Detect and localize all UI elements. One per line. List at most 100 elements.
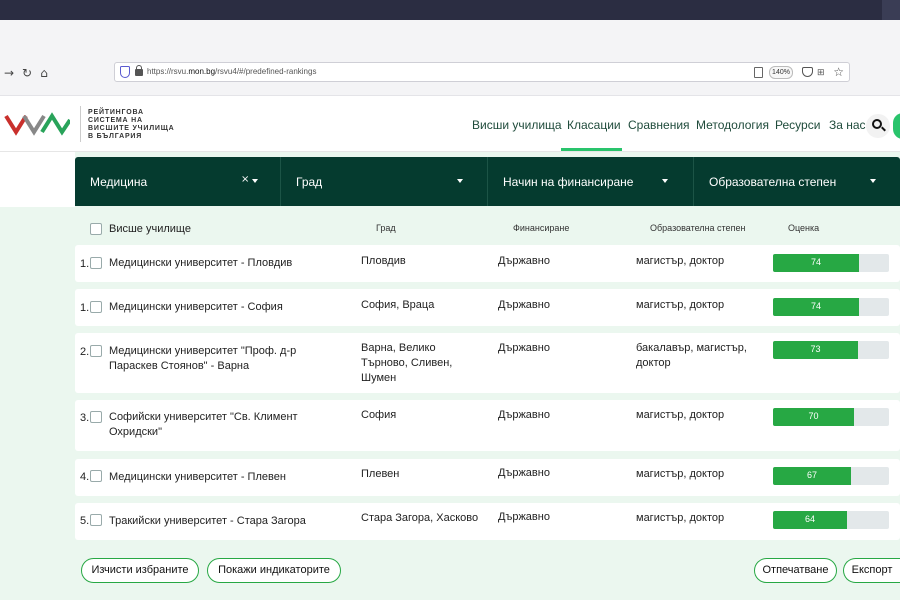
column-header-degree[interactable]: Образователна степен — [650, 223, 745, 233]
score-value: 64 — [804, 514, 815, 524]
bookmark-star-icon[interactable]: ☆ — [833, 65, 844, 79]
degree-cell: магистър, доктор — [636, 255, 725, 267]
chevron-down-icon — [252, 179, 258, 183]
score-value: 70 — [808, 411, 819, 421]
rank-number: 3. — [80, 412, 90, 424]
extension-icon[interactable]: ⊞ — [817, 67, 827, 77]
chevron-down-icon — [870, 179, 876, 183]
city-filter[interactable]: Град — [281, 157, 488, 206]
table-row[interactable]: 5. Тракийски университет - Стара Загора … — [75, 503, 900, 540]
table-row[interactable]: 2. Медицински университет "Проф. д-р Пар… — [75, 333, 900, 393]
logo-line: СИСТЕМА НА — [88, 117, 143, 124]
clear-icon[interactable]: × — [241, 174, 249, 185]
score-bar-fill: 73 — [773, 341, 858, 359]
address-bar[interactable]: https://rsvu.mon.bg/rsvu4/#/predefined-r… — [114, 62, 850, 82]
city-cell: Стара Загора, Хасково — [361, 512, 479, 524]
login-button[interactable] — [893, 113, 900, 139]
row-checkbox[interactable] — [90, 411, 102, 423]
score-bar: 73 — [773, 341, 889, 359]
print-button[interactable]: Отпечатване — [754, 558, 837, 583]
export-button[interactable]: Експорт — [843, 558, 900, 583]
funding-cell: Държавно — [498, 255, 550, 267]
score-bar-fill: 70 — [773, 408, 854, 426]
zoom-level-badge[interactable]: 140% — [769, 66, 793, 79]
logo-text: РЕЙТИНГОВА СИСТЕМА НА ВИСШИТЕ УЧИЛИЩА В … — [88, 109, 175, 141]
funding-cell: Държавно — [498, 511, 550, 523]
active-nav-underline — [561, 148, 622, 151]
score-bar: 64 — [773, 511, 889, 529]
row-checkbox[interactable] — [90, 301, 102, 313]
nav-comparisons[interactable]: Сравнения — [628, 118, 690, 132]
score-bar-fill: 64 — [773, 511, 847, 529]
chevron-down-icon — [457, 179, 463, 183]
pocket-icon[interactable] — [802, 67, 813, 77]
field-filter[interactable]: Медицина × — [75, 157, 281, 206]
search-button[interactable] — [866, 114, 890, 138]
column-header-score[interactable]: Оценка — [788, 223, 819, 233]
field-filter-value: Медицина — [90, 175, 148, 189]
funding-cell: Държавно — [498, 409, 550, 421]
city-cell: Варна, Велико Търново, Сливен, Шумен — [361, 342, 453, 384]
funding-cell: Държавно — [498, 467, 550, 479]
nav-resources[interactable]: Ресурси — [775, 118, 820, 132]
tracking-shield-icon[interactable] — [120, 66, 130, 78]
score-bar: 70 — [773, 408, 889, 426]
city-filter-placeholder: Град — [296, 175, 323, 189]
home-icon[interactable]: ⌂ — [37, 66, 51, 80]
score-bar-fill: 67 — [773, 467, 851, 485]
university-name[interactable]: Медицински университет - Плевен — [109, 470, 339, 485]
rank-number: 5. — [80, 515, 90, 527]
row-checkbox[interactable] — [90, 514, 102, 526]
nav-rankings[interactable]: Класации — [567, 118, 621, 132]
forward-icon[interactable]: → — [2, 66, 16, 80]
url-text[interactable]: https://rsvu.mon.bg/rsvu4/#/predefined-r… — [147, 67, 316, 76]
clear-selection-button[interactable]: Изчисти избраните — [81, 558, 199, 583]
degree-cell: магистър, доктор — [636, 468, 725, 480]
university-name[interactable]: Тракийски университет - Стара Загора — [109, 514, 339, 529]
funding-filter[interactable]: Начин на финансиране — [488, 157, 694, 206]
row-checkbox[interactable] — [90, 470, 102, 482]
os-top-bar — [0, 0, 900, 20]
select-all-checkbox[interactable] — [90, 223, 102, 235]
degree-filter[interactable]: Образователна степен — [694, 157, 900, 206]
degree-cell: магистър, доктор — [636, 299, 725, 311]
funding-filter-placeholder: Начин на финансиране — [503, 175, 634, 189]
table-row[interactable]: 1. Медицински университет - София София,… — [75, 289, 900, 326]
reload-icon[interactable]: ↻ — [20, 66, 34, 80]
degree-filter-placeholder: Образователна степен — [709, 175, 837, 189]
score-value: 74 — [810, 257, 821, 267]
logo-line: ВИСШИТЕ УЧИЛИЩА — [88, 125, 175, 132]
rank-number: 1. — [80, 302, 90, 314]
search-icon-handle — [881, 126, 886, 132]
nav-methodology[interactable]: Методология — [696, 118, 769, 132]
row-checkbox[interactable] — [90, 345, 102, 357]
degree-cell: бакалавър, магистър, доктор — [636, 342, 747, 369]
university-name[interactable]: Медицински университет - Пловдив — [109, 256, 339, 271]
row-checkbox[interactable] — [90, 257, 102, 269]
left-gutter — [0, 152, 75, 207]
filters-bar: Медицина × Град Начин на финансиране Обр… — [75, 157, 900, 206]
funding-cell: Държавно — [498, 342, 550, 354]
table-row[interactable]: 1. Медицински университет - Пловдив Плов… — [75, 245, 900, 282]
column-header-city[interactable]: Град — [376, 223, 396, 233]
table-row[interactable]: 4. Медицински университет - Плевен Плеве… — [75, 459, 900, 496]
column-header-funding[interactable]: Финансиране — [513, 223, 569, 233]
university-name[interactable]: Медицински университет "Проф. д-р Параск… — [109, 344, 339, 374]
university-name[interactable]: Медицински университет - София — [109, 300, 339, 315]
degree-cell: магистър, доктор — [636, 512, 725, 524]
nav-about[interactable]: За нас — [829, 118, 866, 132]
score-bar-fill: 74 — [773, 298, 859, 316]
reader-view-icon[interactable] — [754, 67, 763, 78]
score-value: 73 — [810, 344, 821, 354]
university-name[interactable]: Софийски университет "Св. Климент Охридс… — [109, 410, 339, 440]
table-header: Висше училище Град Финансиране Образоват… — [75, 214, 900, 242]
nav-universities[interactable]: Висши училища — [472, 118, 562, 132]
site-logo[interactable] — [4, 108, 70, 140]
score-bar: 74 — [773, 254, 889, 272]
score-value: 74 — [810, 301, 821, 311]
lock-icon[interactable] — [135, 65, 143, 76]
column-header-university[interactable]: Висше училище — [109, 223, 191, 235]
table-row[interactable]: 3. Софийски университет "Св. Климент Охр… — [75, 400, 900, 451]
score-bar: 67 — [773, 467, 889, 485]
show-indicators-button[interactable]: Покажи индикаторите — [207, 558, 341, 583]
